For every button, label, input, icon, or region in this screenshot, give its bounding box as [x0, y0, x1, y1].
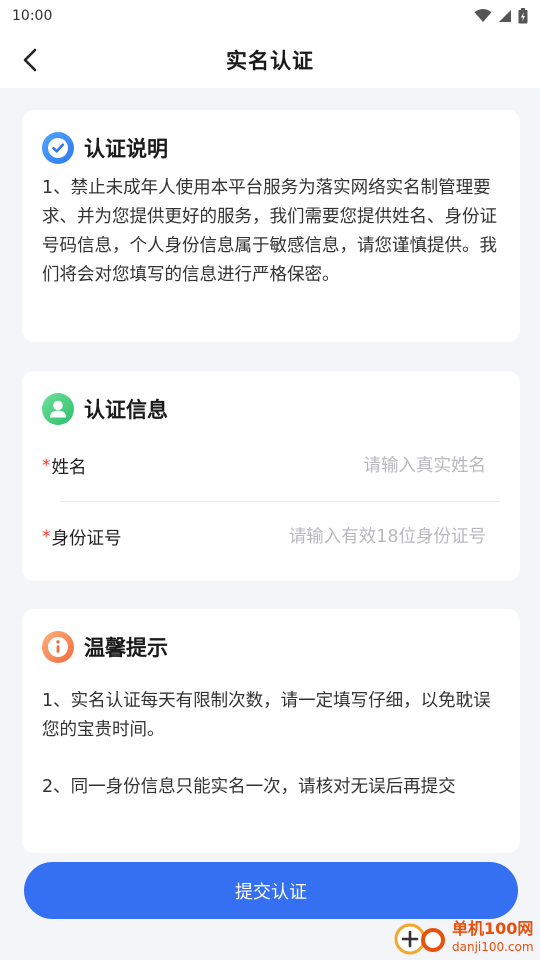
id-number-field-label: 身份证号	[51, 528, 122, 549]
back-button[interactable]	[10, 40, 50, 80]
description-card: 认证说明 1、禁止未成年人使用本平台服务为落实网络实名制管理要求、并为您提供更好…	[22, 110, 520, 342]
required-mark: *	[42, 456, 51, 476]
description-card-title: 认证说明	[84, 137, 168, 161]
check-badge-icon	[42, 132, 74, 164]
navigation-bar: 实名认证	[0, 32, 540, 88]
watermark-icon	[394, 923, 445, 955]
status-icons	[474, 8, 528, 24]
submit-button[interactable]: 提交认证	[24, 862, 518, 919]
watermark-text: 单机100网 danji100.com	[452, 920, 534, 956]
status-bar: 10:00	[0, 0, 540, 32]
user-icon	[42, 393, 74, 425]
required-mark: *	[42, 527, 51, 547]
battery-icon	[518, 8, 528, 24]
tip-item-1: 1、实名认证每天有限制次数，请一定填写仔细，以免耽误您的宝贵时间。	[42, 691, 491, 740]
tips-card: 温馨提示 1、实名认证每天有限制次数，请一定填写仔细，以免耽误您的宝贵时间。 2…	[22, 609, 520, 853]
name-field-row: * 姓名	[42, 431, 500, 501]
name-input[interactable]	[226, 456, 486, 476]
id-number-input[interactable]	[226, 527, 486, 547]
chevron-left-icon	[23, 48, 37, 72]
tip-item-2: 2、同一身份信息只能实名一次，请核对无误后再提交	[42, 777, 456, 797]
id-number-field-row: * 身份证号	[42, 502, 500, 572]
description-card-header: 认证说明	[42, 132, 500, 164]
info-card: 认证信息 * 姓名 * 身份证号	[22, 371, 520, 581]
watermark-logo: 单机100网 danji100.com	[392, 916, 540, 960]
signal-icon	[499, 10, 511, 22]
info-card-header: 认证信息	[42, 393, 500, 425]
wifi-icon	[474, 9, 492, 22]
watermark-name: 单机100网	[452, 919, 534, 938]
status-time: 10:00	[12, 8, 53, 24]
tips-card-title: 温馨提示	[84, 636, 168, 660]
info-card-title: 认证信息	[84, 398, 168, 422]
page-title: 实名认证	[226, 49, 314, 73]
description-text: 1、禁止未成年人使用本平台服务为落实网络实名制管理要求、并为您提供更好的服务，我…	[42, 178, 497, 285]
info-icon	[42, 631, 74, 663]
tips-card-header: 温馨提示	[42, 631, 500, 663]
watermark-url: danji100.com	[452, 940, 534, 954]
form-fields: * 姓名 * 身份证号	[42, 431, 500, 572]
name-field-label: 姓名	[51, 457, 87, 478]
